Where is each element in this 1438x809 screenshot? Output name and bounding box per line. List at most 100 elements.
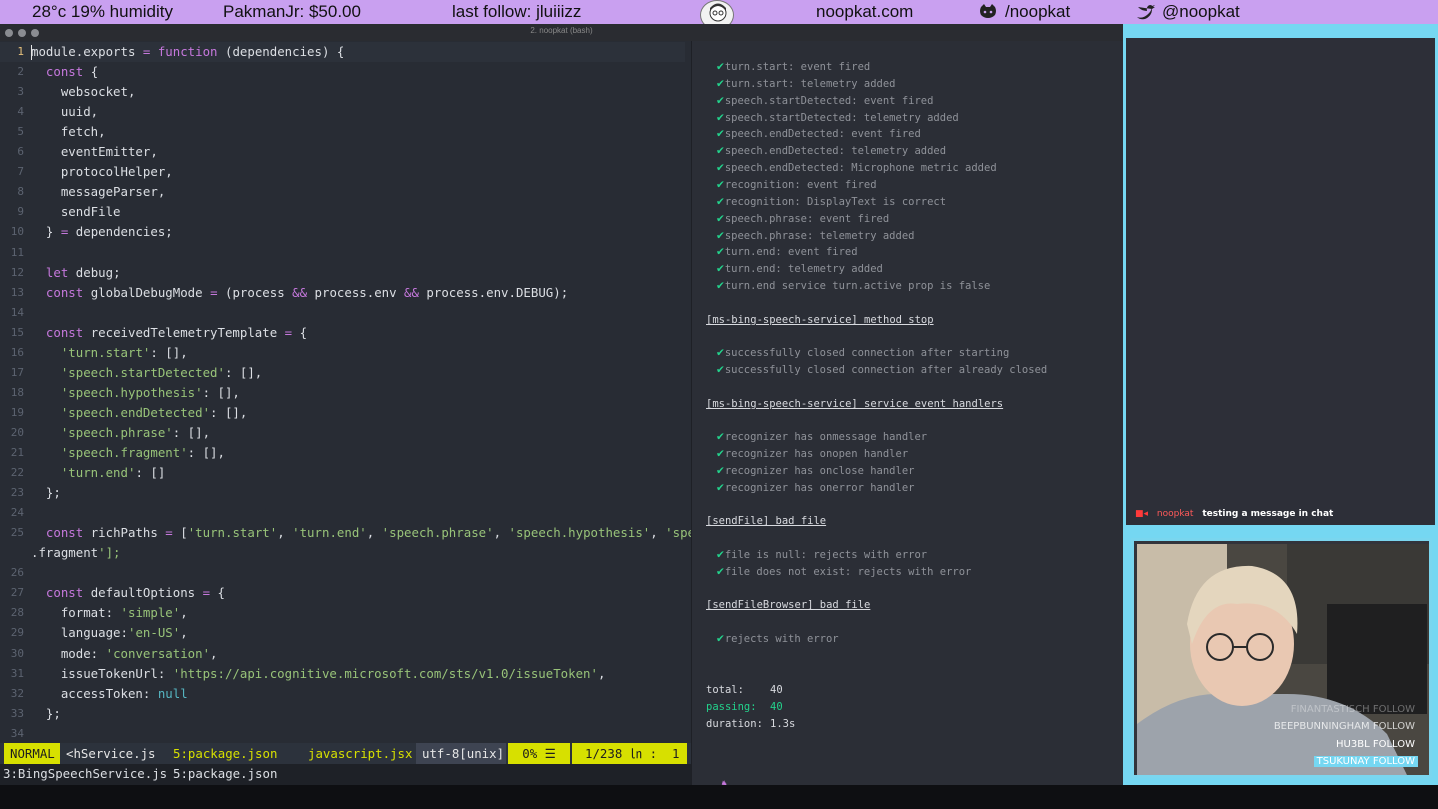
code-line[interactable]: 17 'speech.startDetected': [], [0,363,691,383]
test-result-text: turn.start: telemetry added [724,77,896,90]
terminal-output[interactable]: [ms-bing-speech-service] method stop [ms… [691,41,1123,809]
checkmark-icon: ✔ [716,77,725,90]
line-number: 25 [10,526,24,540]
alt-buffer: 5:package.json [173,746,278,761]
test-result-item: ✔speech.startDetected: telemetry added [716,112,959,124]
follow-alert: TSUKUNAY FOLLOW [1313,755,1418,767]
checkmark-icon: ✔ [716,347,725,359]
code-line[interactable]: 29 language:'en-US', [0,623,691,643]
code-line[interactable]: 16 'turn.start': [], [0,343,691,363]
code-text: }; [31,705,61,721]
section-event-handlers: [ms-bing-speech-service] service event h… [706,398,1004,410]
code-line[interactable]: 13 const globalDebugMode = (process && p… [0,283,691,303]
follow-action: FOLLOW [1372,738,1415,750]
code-editor[interactable]: 1 module.exports = function (dependencies… [0,41,691,743]
test-result-text: speech.endDetected: event fired [724,128,921,141]
code-line[interactable]: 4 uuid, [0,102,691,122]
line-number: 9 [17,205,24,219]
tab-bingspeechservice[interactable]: 3:BingSpeechService.js [3,766,167,781]
code-line[interactable]: 30 mode: 'conversation', [0,644,691,664]
window-title: 2. noopkat (bash) [530,26,593,35]
line-number: 2 [17,65,24,79]
code-text: mode: 'conversation', [31,645,218,661]
code-text: messageParser, [31,184,166,200]
code-line[interactable]: 33 }; [0,704,691,724]
code-line[interactable]: 26 [0,563,691,583]
test-result-item: ✔recognition: DisplayText is correct [716,196,946,208]
test-result-item: ✔speech.phrase: telemetry added [716,230,914,242]
code-line[interactable]: 31 issueTokenUrl: 'https://api.cognitive… [0,664,691,684]
code-text: }; [31,485,61,501]
code-line[interactable]: 10 } = dependencies; [0,222,691,242]
total-value: 40 [770,684,783,696]
weather-text: 28°c 19% humidity [32,2,173,21]
code-line[interactable]: 24 [0,503,691,523]
line-number: 18 [10,385,24,399]
test-result-text: speech.endDetected: Microphone metric ad… [724,162,997,175]
code-line[interactable]: .fragment']; [0,543,691,563]
code-line[interactable]: 18 'speech.hypothesis': [], [0,383,691,403]
code-line[interactable]: 28 format: 'simple', [0,603,691,623]
code-text: 'speech.fragment': [], [60,445,225,460]
section-sendfilebrowser: [sendFileBrowser] bad file [706,599,871,611]
code-text: uuid, [31,104,99,120]
code-line[interactable]: 14 [0,303,691,323]
code-line[interactable]: 7 protocolHelper, [0,162,691,182]
code-line[interactable]: 15 const receivedTelemetryTemplate = { [0,323,691,343]
checkmark-icon: ✔ [716,94,725,107]
test-result-text: successfully closed connection after alr… [724,363,1048,376]
line-number: 16 [10,345,24,359]
code-line[interactable]: 5 fetch, [0,122,691,142]
checkmark-icon: ✔ [716,447,725,460]
tab-package-json[interactable]: 5:package.json [173,766,277,781]
code-line[interactable]: 12 let debug; [0,263,691,283]
last-follow-text: last follow: jluiiizz [452,2,582,21]
code-line[interactable]: 27 const defaultOptions = { [0,583,691,603]
follow-alert: BEEPBUNNINGHAM FOLLOW [1274,721,1415,732]
test-result-text: speech.startDetected: event fired [724,94,934,107]
line-number: 21 [10,446,24,459]
code-line[interactable]: 32 accessToken: null [0,684,691,704]
checkmark-icon: ✔ [716,195,725,208]
duration-label: duration: [706,718,763,730]
code-line[interactable]: 23 }; [0,483,691,503]
follow-action: FOLLOW [1372,755,1415,767]
vim-statusline: NORMAL <hService.js 5:package.json javas… [0,743,691,764]
code-text: accessToken: null [31,685,188,701]
code-line[interactable]: 2 const { [0,62,691,82]
window-titlebar: 2. noopkat (bash) [0,24,1123,41]
test-result-item: ✔file does not exist: rejects with error [716,566,971,578]
code-line[interactable]: 6 eventEmitter, [0,142,691,162]
code-line[interactable]: 1 module.exports = function (dependencies… [0,42,691,62]
line-number: 31 [10,666,24,680]
test-result-item: ✔recognizer has onclose handler [716,465,914,477]
test-result-text: recognition: event fired [724,178,877,191]
line-number: 34 [10,726,24,740]
code-line[interactable]: 20 'speech.phrase': [], [0,423,691,443]
checkmark-icon: ✔ [716,464,725,477]
checkmark-icon: ✔ [716,431,725,443]
code-text: sendFile [31,204,121,220]
test-result-item: ✔turn.start: telemetry added [716,78,896,90]
checkmark-icon: ✔ [716,162,725,175]
test-result-text: speech.endDetected: telemetry added [724,145,947,158]
code-line[interactable]: 19 'speech.endDetected': [], [0,403,691,423]
passing-value: 40 [770,701,783,713]
code-line[interactable]: 21 'speech.fragment': [], [0,443,691,463]
code-line[interactable]: 25 const richPaths = ['turn.start', 'tur… [0,523,691,543]
camera-icon: ■◂ [1135,509,1149,519]
test-result-text: recognizer has onopen handler [724,447,909,460]
test-result-text: file is null: rejects with error [724,549,928,561]
code-line[interactable]: 8 messageParser, [0,182,691,202]
test-result-item: ✔speech.phrase: event fired [716,213,889,225]
code-line[interactable]: 9 sendFile [0,202,691,222]
code-line[interactable]: 34 [0,724,691,743]
line-number: 22 [10,466,24,480]
line-number: 8 [17,185,24,199]
code-line[interactable]: 11 [0,243,691,263]
code-text: issueTokenUrl: 'https://api.cognitive.mi… [31,665,606,681]
github-icon [980,4,996,18]
code-text: 'speech.phrase': [], [60,424,211,440]
code-line[interactable]: 3 websocket, [0,82,691,102]
code-line[interactable]: 22 'turn.end': [] [0,463,691,483]
